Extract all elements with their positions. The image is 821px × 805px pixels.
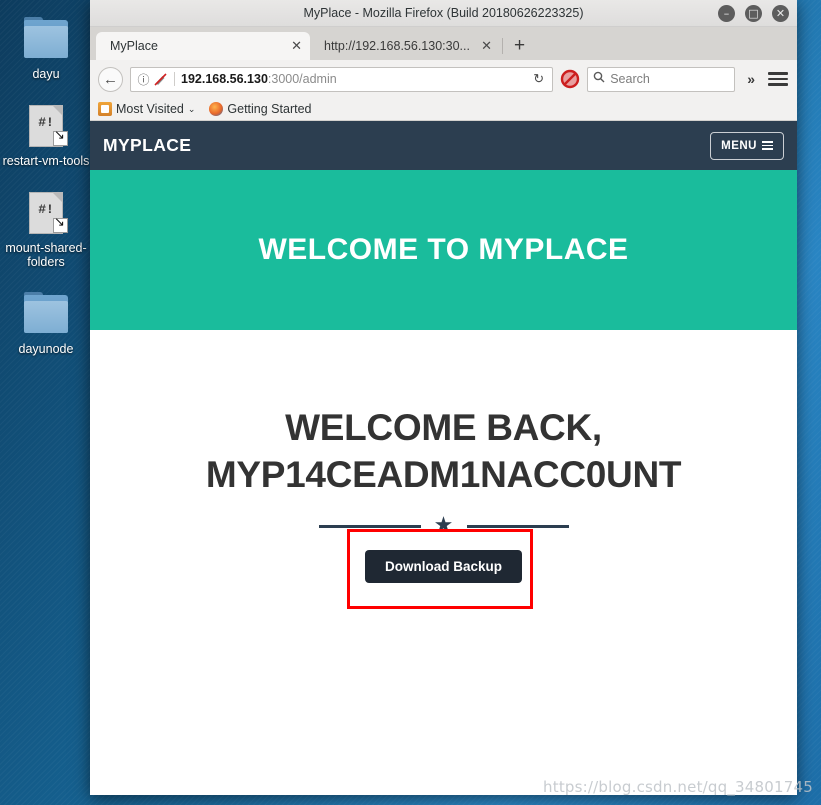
firefox-icon: [209, 102, 224, 116]
firefox-window: MyPlace - Mozilla Firefox (Build 2018062…: [90, 0, 797, 795]
tab-close-icon[interactable]: ✕: [481, 38, 492, 54]
divider-line-right: [466, 525, 569, 528]
bookmarks-toolbar: Most Visited ⌄ Getting Started: [90, 98, 797, 121]
tab-separator: [502, 38, 503, 54]
bookmark-getting-started[interactable]: Getting Started: [209, 102, 311, 116]
hero-title: WELCOME TO MYPLACE: [258, 233, 629, 266]
desktop-icon-dayunode[interactable]: dayunode: [0, 291, 92, 356]
star-icon: ★: [433, 512, 454, 537]
back-arrow-icon[interactable]: ←: [98, 66, 123, 92]
desktop-icon-label: dayunode: [18, 342, 74, 356]
bookmark-most-visited[interactable]: Most Visited ⌄: [98, 102, 195, 116]
folder-icon: [22, 16, 70, 62]
tab-myplace[interactable]: MyPlace ✕: [96, 32, 310, 60]
folder-icon: [22, 291, 70, 337]
window-titlebar: MyPlace - Mozilla Firefox (Build 2018062…: [90, 0, 797, 27]
tab-bar: MyPlace ✕ http://192.168.56.130:30... ✕ …: [90, 27, 797, 60]
tab-title: MyPlace: [110, 39, 158, 53]
maximize-icon[interactable]: □: [745, 5, 762, 22]
welcome-heading-line2: MYP14CEADM1NACC0UNT: [205, 454, 682, 495]
chevron-down-icon: ⌄: [187, 103, 196, 114]
download-backup-button[interactable]: Download Backup: [364, 550, 522, 583]
minimize-icon[interactable]: –: [718, 5, 735, 22]
bookmark-label: Getting Started: [227, 102, 312, 116]
window-controls: – □ ✕: [718, 0, 789, 27]
desktop-icon-mount-shared-folders[interactable]: #! mount-shared-folders: [0, 190, 92, 269]
url-address-bar[interactable]: ⓘ 192.168.56.130:3000/admin ↻: [130, 66, 554, 92]
reload-icon[interactable]: ↻: [529, 71, 548, 87]
new-tab-button[interactable]: +: [505, 36, 534, 57]
search-icon: [593, 70, 605, 88]
url-text: 192.168.56.130:3000/admin: [174, 72, 529, 86]
desktop-icon-label: mount-shared-folders: [5, 241, 87, 269]
search-input[interactable]: Search: [587, 66, 736, 92]
url-host: 192.168.56.130: [181, 72, 268, 86]
download-button-wrap: Download Backup: [90, 550, 797, 583]
navigation-toolbar: ← ⓘ 192.168.56.130:3000/admin ↻ Search »: [90, 60, 797, 98]
desktop-icon-restart-vm-tools[interactable]: #! restart-vm-tools: [0, 103, 92, 168]
noscript-blocked-icon[interactable]: [560, 69, 580, 89]
desktop-background: dayu #! restart-vm-tools #! mount-shared…: [0, 0, 821, 805]
site-menu-button[interactable]: MENU: [710, 131, 784, 160]
tab-title: http://192.168.56.130:30...: [324, 39, 470, 53]
star-divider: ★: [318, 512, 569, 537]
search-placeholder: Search: [610, 72, 650, 86]
bookmark-label: Most Visited: [116, 102, 184, 116]
welcome-heading: WELCOME BACK, MYP14CEADM1NACC0UNT: [90, 404, 797, 498]
welcome-heading-line1: WELCOME BACK,: [285, 407, 602, 448]
url-path: :3000/admin: [267, 72, 337, 86]
most-visited-icon: [98, 102, 112, 116]
script-file-icon: #!: [22, 190, 70, 236]
page-info-icon[interactable]: ⓘ: [135, 71, 152, 88]
executable-badge-icon: [53, 128, 68, 146]
site-menu-label: MENU: [721, 139, 757, 152]
insecure-login-icon: [152, 71, 169, 88]
toolbar-overflow-chevron-icon[interactable]: »: [742, 71, 760, 87]
desktop-icon-dayu[interactable]: dayu: [0, 16, 92, 81]
site-navbar: MYPLACE MENU: [90, 121, 797, 170]
tab-close-icon[interactable]: ✕: [291, 38, 302, 54]
tab-admin-url[interactable]: http://192.168.56.130:30... ✕: [310, 32, 500, 60]
executable-badge-icon: [53, 215, 68, 233]
window-title: MyPlace - Mozilla Firefox (Build 2018062…: [303, 6, 584, 20]
site-brand[interactable]: MYPLACE: [103, 135, 191, 156]
hero-banner: WELCOME TO MYPLACE: [90, 170, 797, 330]
hamburger-icon: [762, 141, 773, 150]
close-icon[interactable]: ✕: [772, 5, 789, 22]
browser-menu-hamburger-icon[interactable]: [767, 68, 789, 90]
desktop-icon-label: dayu: [32, 67, 60, 81]
main-content: WELCOME BACK, MYP14CEADM1NACC0UNT ★ Down…: [90, 330, 797, 583]
divider-line-left: [318, 525, 421, 528]
desktop-icon-list: dayu #! restart-vm-tools #! mount-shared…: [0, 0, 92, 378]
page-content-viewport: MYPLACE MENU WELCOME TO MYPLACE WELCOME …: [90, 121, 797, 795]
script-file-icon: #!: [22, 103, 70, 149]
desktop-icon-label: restart-vm-tools: [2, 154, 90, 168]
